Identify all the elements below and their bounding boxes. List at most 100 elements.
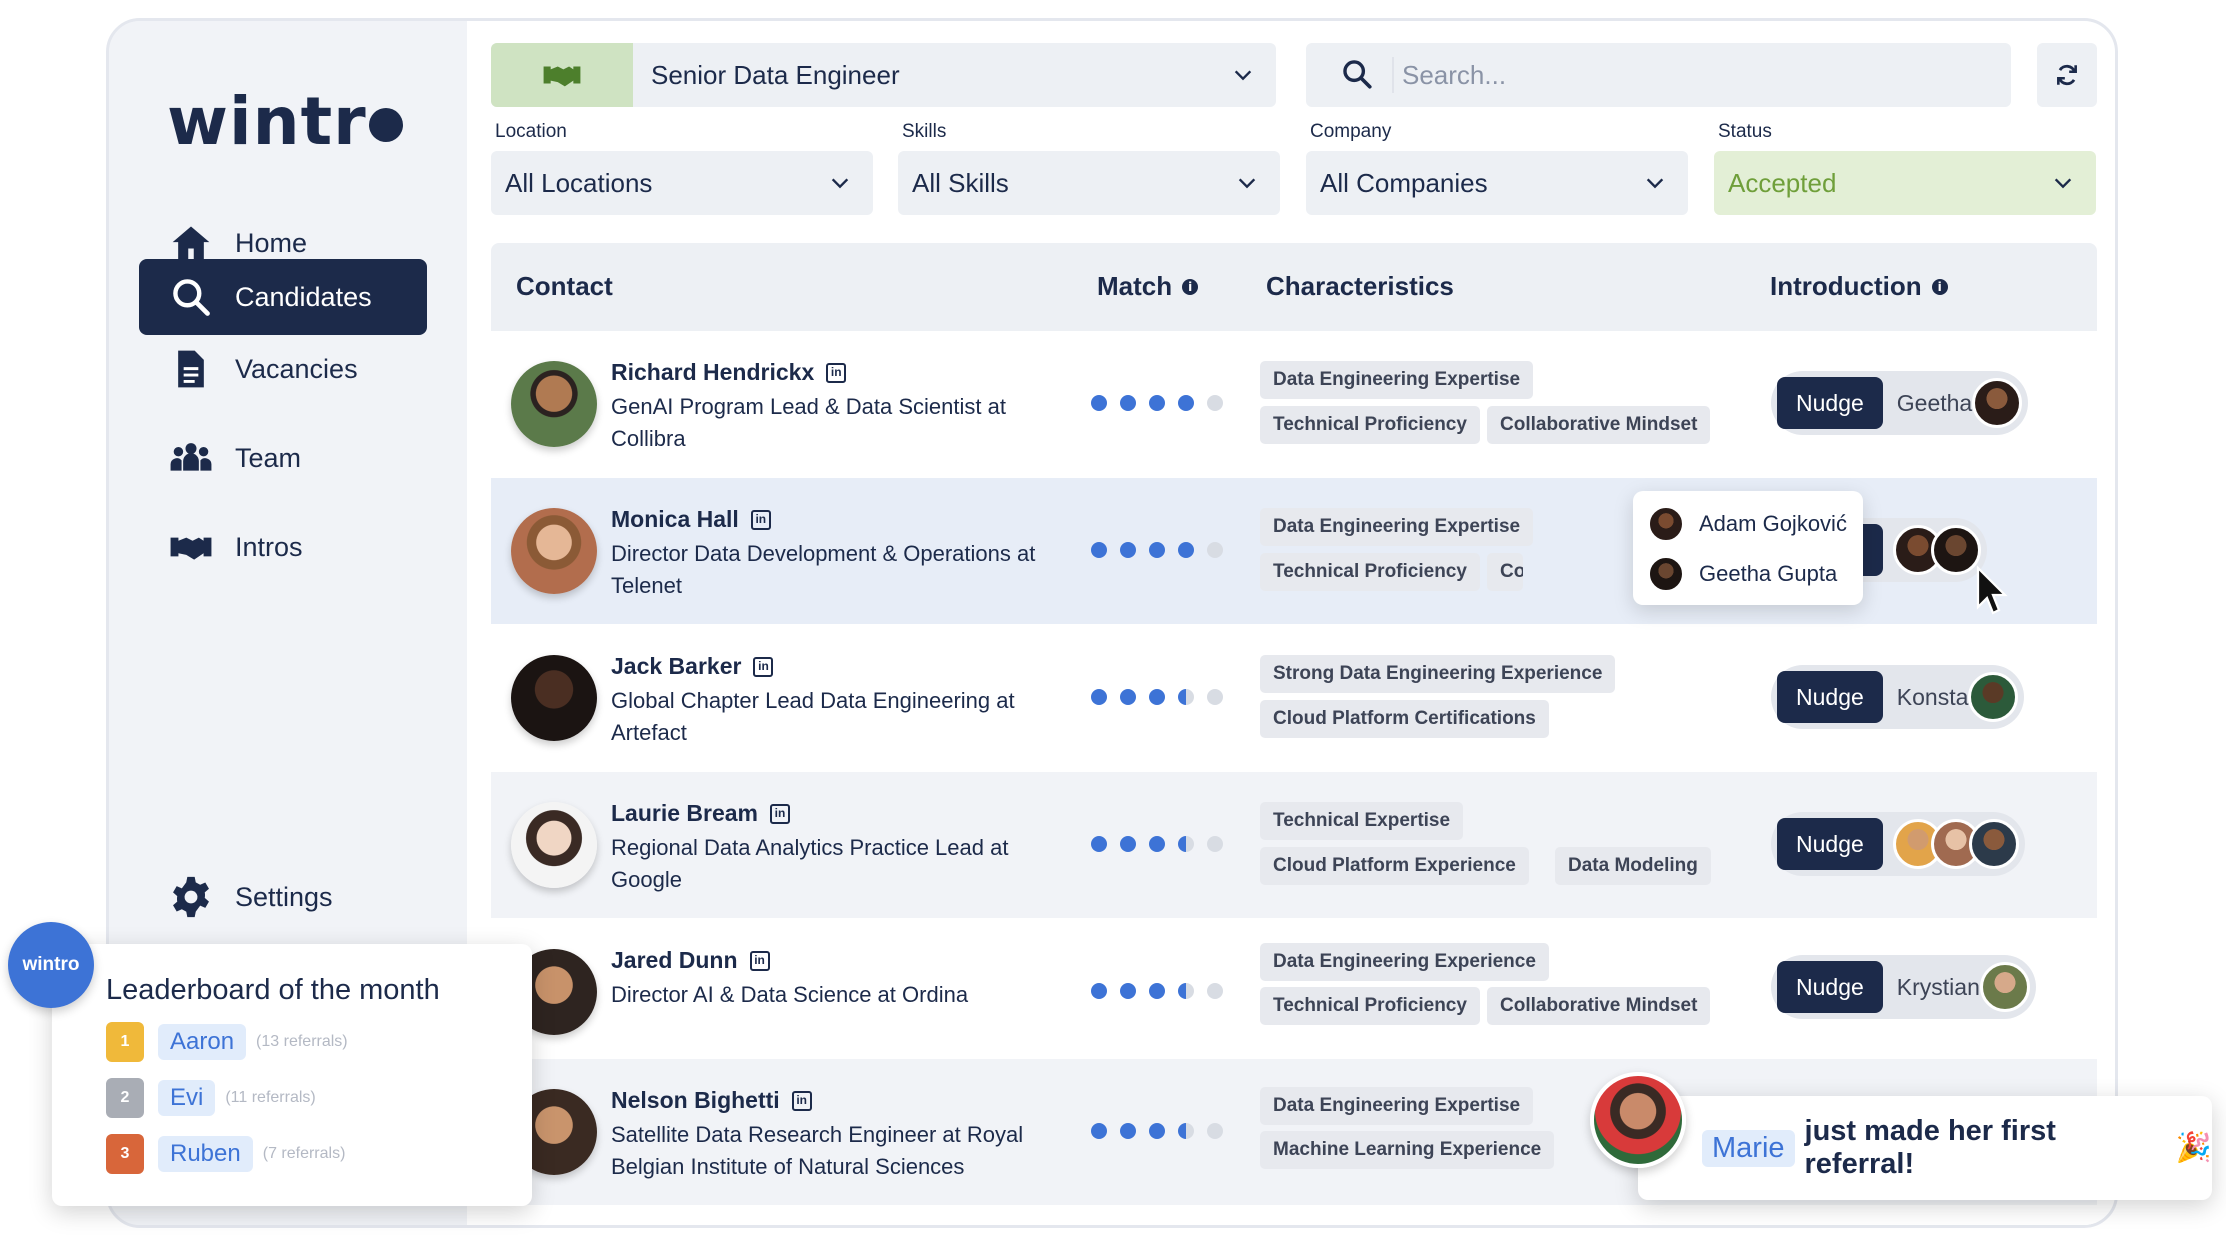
- leaderboard-name[interactable]: Aaron: [158, 1024, 247, 1060]
- contact-role: GenAI Program Lead & Data Scientist at C…: [611, 394, 1006, 451]
- referrer-name[interactable]: Marie: [1702, 1129, 1795, 1167]
- sidebar-item-candidates[interactable]: Candidates: [139, 259, 427, 335]
- wintro-logo[interactable]: wintr: [167, 83, 416, 160]
- characteristic-tag: Data Modeling: [1555, 847, 1711, 885]
- cursor-icon: [1976, 565, 2008, 615]
- avatar: [511, 361, 597, 447]
- sidebar-item-label: Team: [235, 442, 302, 473]
- sidebar-item-team[interactable]: Team: [139, 420, 427, 496]
- avatar: [1968, 819, 2019, 869]
- column-header-introduction: Introduction i: [1770, 271, 1948, 302]
- contact-name[interactable]: Nelson Bighetti in: [611, 1087, 812, 1114]
- chevron-down-icon: [1238, 178, 1256, 189]
- introduction-pill: Nudge Krystian: [1771, 955, 2036, 1019]
- popup-item[interactable]: Geetha Gupta: [1647, 555, 1837, 593]
- bronze-medal-icon: 3: [106, 1134, 144, 1174]
- status-select[interactable]: Accepted: [1714, 151, 2096, 215]
- contact-role: Director Data Development & Operations a…: [611, 541, 1036, 598]
- column-header-contact: Contact: [516, 271, 613, 301]
- filter-label-company: Company: [1310, 121, 1392, 142]
- skills-select[interactable]: All Skills: [898, 151, 1280, 215]
- introducer-name: Geetha: [1896, 389, 1973, 416]
- characteristic-tag: Technical Proficiency: [1260, 987, 1480, 1025]
- introduction-pill: Nudge Geetha: [1771, 371, 2029, 435]
- main-content: Senior Data Engineer Location All Locati…: [467, 21, 2115, 1225]
- popup-item[interactable]: Adam Gojković: [1647, 505, 1847, 543]
- contact-role: Regional Data Analytics Practice Lead at…: [611, 835, 1009, 892]
- introducer-name: Krystian: [1896, 973, 1980, 1000]
- sidebar-item-label: Settings: [235, 881, 333, 912]
- chevron-down-icon: [1234, 70, 1252, 81]
- avatar: [511, 802, 597, 888]
- contact-name[interactable]: Richard Hendrickx in: [611, 359, 847, 386]
- table-row[interactable]: Laurie Bream in Regional Data Analytics P…: [491, 772, 2097, 918]
- chevron-down-icon: [831, 178, 849, 189]
- linkedin-icon[interactable]: in: [791, 1090, 812, 1111]
- info-icon[interactable]: i: [1931, 278, 1948, 295]
- referral-count: (7 referrals): [262, 1145, 346, 1162]
- characteristic-tag: Technical Proficiency: [1260, 406, 1480, 444]
- sidebar-item-vacancies[interactable]: Vacancies: [139, 331, 427, 407]
- match-score: [1091, 836, 1236, 852]
- linkedin-icon[interactable]: in: [749, 950, 770, 971]
- characteristic-tag: Data Engineering Expertise: [1260, 361, 1534, 399]
- match-score: [1091, 542, 1236, 558]
- nudge-button[interactable]: Nudge: [1777, 671, 1883, 723]
- linkedin-icon[interactable]: in: [750, 509, 771, 530]
- sidebar-item-settings[interactable]: Settings: [139, 859, 427, 935]
- search-input[interactable]: [1402, 55, 1982, 95]
- linkedin-icon[interactable]: in: [826, 362, 847, 383]
- characteristic-tag: Machine Learning Experience: [1260, 1131, 1555, 1169]
- table-row[interactable]: Jared Dunn in Director AI & Data Science …: [491, 919, 2097, 1065]
- gold-medal-icon: 1: [106, 1022, 144, 1062]
- avatar: [1647, 505, 1685, 543]
- linkedin-icon[interactable]: in: [753, 656, 774, 677]
- avatar: [1647, 555, 1685, 593]
- filter-label-skills: Skills: [902, 121, 947, 142]
- leaderboard-entry: 1 Aaron (13 referrals): [106, 1022, 348, 1062]
- contact-name[interactable]: Jack Barker in: [611, 653, 774, 680]
- leaderboard-card: Leaderboard of the month 1 Aaron (13 ref…: [52, 944, 532, 1206]
- table-row[interactable]: Jack Barker in Global Chapter Lead Data E…: [491, 625, 2097, 771]
- refresh-button[interactable]: [2037, 43, 2097, 107]
- introduction-pill: Nudge: [1771, 812, 2025, 876]
- table-row[interactable]: Richard Hendrickx in GenAI Program Lead &…: [491, 331, 2097, 477]
- contact-name[interactable]: Monica Hall in: [611, 506, 771, 533]
- sidebar-item-intros[interactable]: Intros: [139, 509, 427, 585]
- chevron-down-icon: [1646, 178, 1664, 189]
- chevron-down-icon: [2054, 178, 2072, 189]
- job-selector[interactable]: Senior Data Engineer: [491, 43, 1276, 107]
- characteristic-tag: Collaborative Mindset: [1487, 987, 1711, 1025]
- leaderboard-entry: 3 Ruben (7 referrals): [106, 1134, 345, 1174]
- status-value: Accepted: [1728, 168, 1837, 198]
- characteristic-tag: Data Engineering Experience: [1260, 943, 1549, 981]
- company-select[interactable]: All Companies: [1306, 151, 1688, 215]
- toast-message: just made her first referral!: [1804, 1115, 2056, 1180]
- filter-label-status: Status: [1718, 121, 1772, 142]
- info-icon[interactable]: i: [1182, 278, 1199, 295]
- match-score: [1091, 689, 1236, 705]
- team-icon: [170, 443, 212, 471]
- sidebar-item-label: Vacancies: [235, 353, 358, 384]
- nudge-button[interactable]: Nudge: [1777, 961, 1883, 1013]
- leaderboard-name[interactable]: Ruben: [158, 1136, 253, 1172]
- nudge-button[interactable]: Nudge: [1777, 377, 1883, 429]
- contact-name[interactable]: Jared Dunn in: [611, 947, 770, 974]
- avatar: [1590, 1072, 1686, 1168]
- contact-name[interactable]: Laurie Bream in: [611, 800, 791, 827]
- characteristic-tag: Data Engineering Expertise: [1260, 508, 1534, 546]
- linkedin-icon[interactable]: in: [770, 803, 791, 824]
- characteristic-tag: Collaborative Mindset: [1487, 406, 1711, 444]
- gear-icon: [173, 876, 209, 918]
- leaderboard-entry: 2 Evi (11 referrals): [106, 1078, 316, 1118]
- contact-role: Satellite Data Research Engineer at Roya…: [611, 1122, 1024, 1179]
- location-select[interactable]: All Locations: [491, 151, 873, 215]
- leaderboard-name[interactable]: Evi: [158, 1080, 216, 1116]
- search-bar: [1306, 43, 2011, 107]
- skills-value: All Skills: [912, 168, 1009, 198]
- nudge-button[interactable]: Nudge: [1777, 818, 1883, 870]
- avatar: [511, 655, 597, 741]
- party-icon: 🎉: [2175, 1132, 2212, 1164]
- handshake-icon: [170, 537, 212, 560]
- referral-count: (11 referrals): [225, 1089, 316, 1106]
